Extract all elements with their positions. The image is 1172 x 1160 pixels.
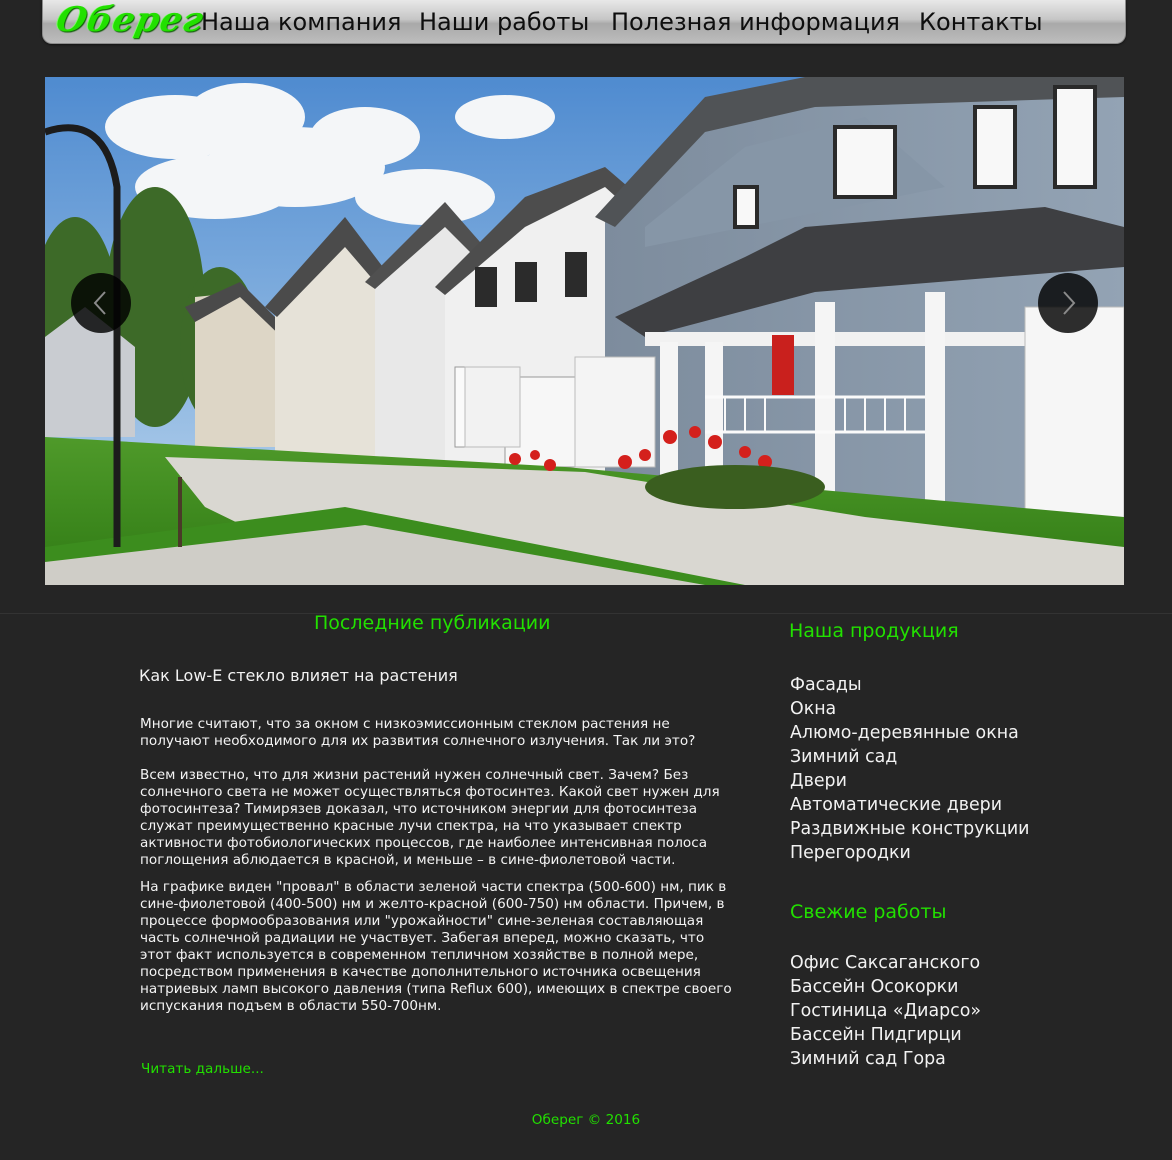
list-item[interactable]: Автоматические двери [790,793,1029,817]
products-heading: Наша продукция [789,620,959,642]
article-body: Многие считают, что за окном с низкоэмис… [140,716,740,1032]
nav-useful-info[interactable]: Полезная информация [611,8,900,36]
list-item[interactable]: Гостиница «Диарсо» [790,999,981,1023]
list-item[interactable]: Зимний сад [790,745,1029,769]
list-item[interactable]: Бассейн Осокорки [790,975,981,999]
slider-image [45,77,1124,585]
top-navbar: Оберег Наша компания Наши работы Полезна… [42,0,1126,44]
list-item[interactable]: Алюмо-деревянные окна [790,721,1029,745]
image-slider [45,77,1124,585]
list-item[interactable]: Раздвижные конструкции [790,817,1029,841]
recent-works-list: Офис Саксаганского Бассейн Осокорки Гост… [790,951,981,1071]
recent-works-heading: Свежие работы [790,901,947,923]
nav-our-works[interactable]: Наши работы [419,8,589,36]
site-logo[interactable]: Оберег [53,0,208,40]
section-divider [0,613,1172,614]
list-item[interactable]: Офис Саксаганского [790,951,981,975]
article-title[interactable]: Как Low-E стекло влияет на растения [139,666,458,685]
slider-next-button[interactable] [1038,273,1098,333]
article-paragraph: Всем известно, что для жизни растений ну… [140,767,720,868]
publications-heading: Последние публикации [314,612,551,634]
nav-our-company[interactable]: Наша компания [201,8,401,36]
list-item[interactable]: Двери [790,769,1029,793]
list-item[interactable]: Бассейн Пидгирци [790,1023,981,1047]
read-more-link[interactable]: Читать дальше... [141,1061,264,1077]
list-item[interactable]: Фасады [790,673,1029,697]
article-paragraph: Многие считают, что за окном с низкоэмис… [140,716,696,749]
chevron-right-icon [1063,291,1076,315]
list-item[interactable]: Зимний сад Гора [790,1047,981,1071]
list-item[interactable]: Перегородки [790,841,1029,865]
list-item[interactable]: Окна [790,697,1029,721]
products-list: Фасады Окна Алюмо-деревянные окна Зимний… [790,673,1029,865]
slider-prev-button[interactable] [71,273,131,333]
nav-contacts[interactable]: Контакты [919,8,1043,36]
chevron-left-icon [93,291,106,315]
footer-copyright: Оберег © 2016 [531,1112,641,1128]
article-paragraph: На графике виден "провал" в области зеле… [140,879,732,1014]
